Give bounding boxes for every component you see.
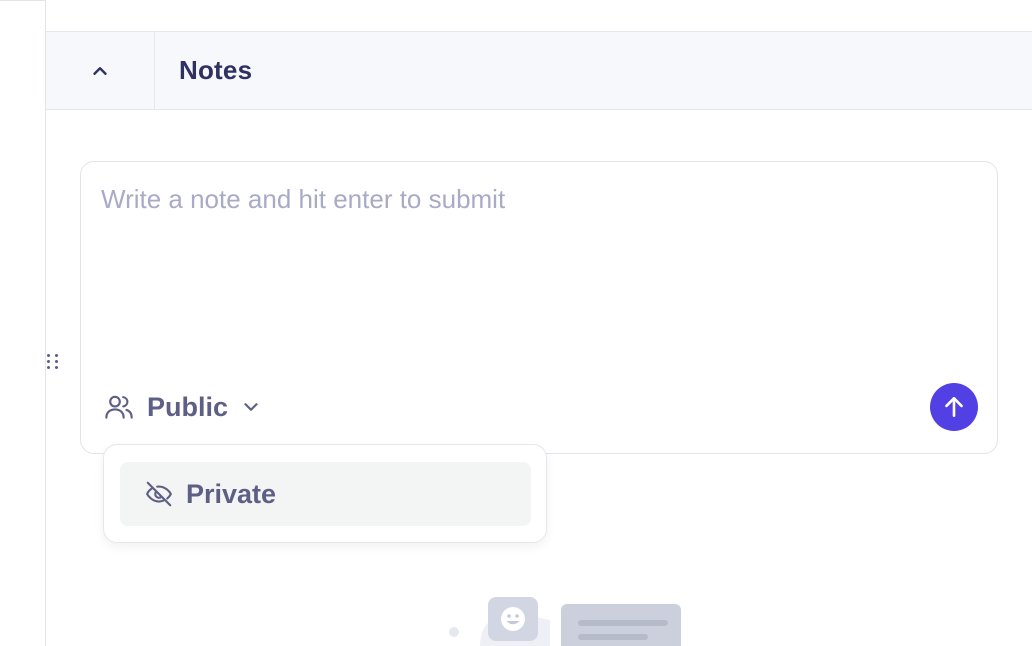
empty-notes-illustration — [449, 597, 681, 646]
drag-handle-icon[interactable] — [45, 354, 65, 380]
section-title: Notes — [179, 55, 253, 85]
arrow-up-icon — [945, 397, 963, 417]
notes-panel-page: Notes Public — [0, 0, 1032, 646]
visibility-option-label: Private — [186, 478, 277, 509]
visibility-option-private[interactable]: Private — [120, 462, 531, 526]
left-rail — [0, 0, 46, 646]
collapse-section-button[interactable] — [46, 32, 155, 109]
submit-note-button[interactable] — [930, 383, 978, 431]
users-icon — [105, 395, 133, 419]
note-composer: Public — [80, 161, 998, 454]
chevron-up-icon — [93, 66, 107, 75]
visibility-dropdown: Private — [103, 444, 547, 543]
visibility-select[interactable]: Public — [103, 390, 262, 424]
left-rail-divider — [0, 0, 45, 1]
note-input[interactable] — [101, 184, 961, 364]
notes-section-header: Notes — [46, 31, 1032, 110]
eye-off-icon — [146, 481, 172, 507]
visibility-selected-label: Public — [147, 391, 229, 422]
chevron-down-icon — [244, 403, 258, 411]
